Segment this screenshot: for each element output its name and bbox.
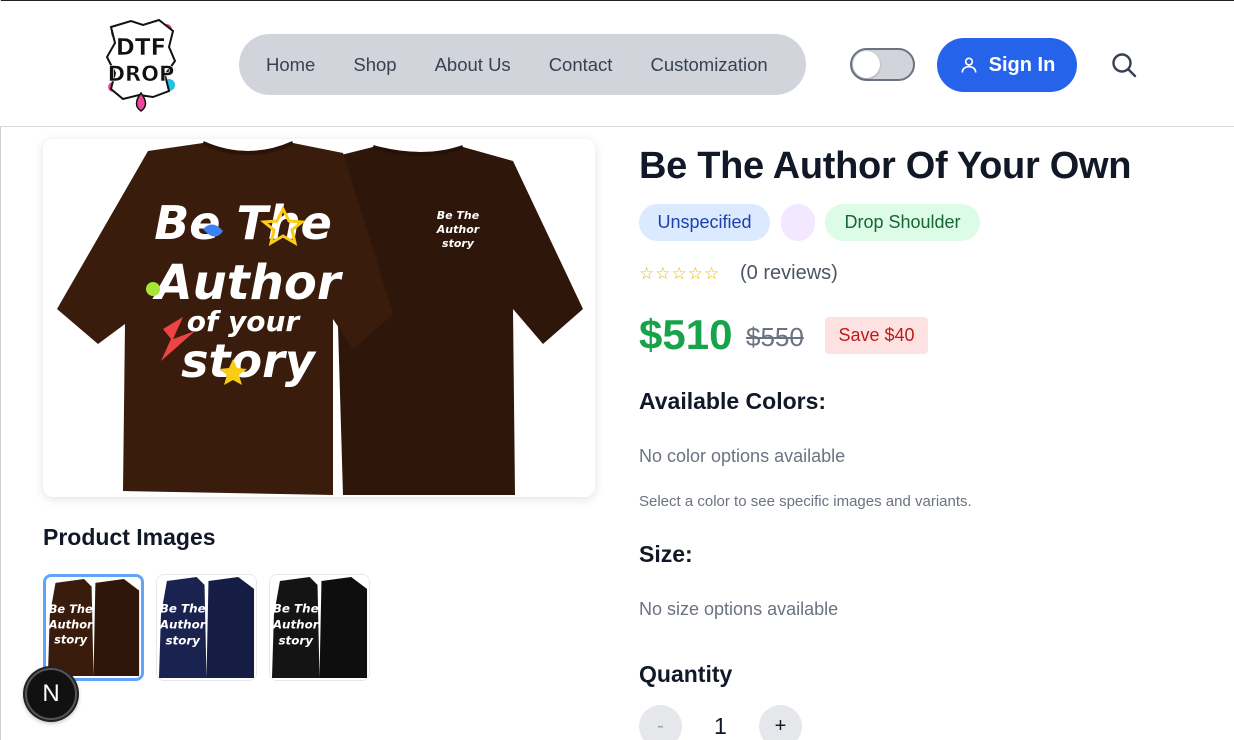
theme-toggle[interactable] [850, 48, 915, 81]
print-text-line-1: Be The [154, 196, 332, 250]
size-heading: Size: [639, 541, 693, 567]
fit-style-badge: Drop Shoulder [825, 204, 980, 241]
nav-home[interactable]: Home [266, 54, 315, 76]
colors-heading: Available Colors: [639, 388, 827, 414]
back-print-line-2: Author [436, 223, 480, 236]
thumbnail-image-black: Be The Author story [270, 575, 369, 680]
thumbnail-2[interactable]: Be The Author story [156, 574, 257, 681]
main-product-image[interactable]: Be The Author of your story Be The Autho… [43, 139, 595, 497]
thumb3-print-2: Author [272, 617, 320, 631]
thumb1-print-1: Be The [49, 602, 93, 616]
rating-stars: ☆☆☆☆☆ [639, 264, 721, 283]
size-empty-message: No size options available [639, 599, 839, 619]
quantity-decrease-button[interactable]: - [639, 705, 682, 740]
back-print-line-3: story [442, 237, 475, 250]
savings-badge: Save $40 [825, 317, 928, 354]
print-text-line-4: story [181, 334, 317, 388]
thumbnail-image-navy: Be The Author story [157, 575, 256, 680]
back-print-line-1: Be The [437, 209, 480, 222]
logo-text-bottom: DROP [108, 62, 175, 86]
logo-graphic: DTF DROP [105, 18, 177, 112]
thumbnail-image-brown: Be The Author story [46, 577, 141, 678]
thumb1-print-3: story [54, 633, 88, 647]
main-nav: Home Shop About Us Contact Customization [239, 34, 806, 95]
current-price: $510 [639, 311, 733, 358]
product-images-heading: Product Images [43, 524, 216, 550]
colors-empty-message: No color options available [639, 446, 846, 466]
original-price: $550 [746, 322, 804, 352]
product-type-badge: Unspecified [639, 204, 770, 241]
print-text-line-2: Author [151, 255, 343, 311]
user-icon [961, 57, 977, 73]
nav-shop[interactable]: Shop [353, 54, 396, 76]
sign-in-label: Sign In [988, 53, 1056, 76]
thumb3-print-1: Be The [273, 602, 319, 616]
colors-hint: Select a color to see specific images an… [639, 493, 972, 510]
dev-tools-badge[interactable]: N [25, 668, 77, 720]
review-count[interactable]: (0 reviews) [740, 262, 838, 285]
quantity-value[interactable]: 1 [714, 713, 727, 740]
thumbnail-3[interactable]: Be The Author story [269, 574, 370, 681]
sign-in-button[interactable]: Sign In [937, 38, 1077, 92]
logo-text-top: DTF [116, 35, 167, 61]
thumb2-print-1: Be The [160, 602, 206, 616]
thumb2-print-2: Author [159, 617, 207, 631]
site-logo[interactable]: DTF DROP [103, 15, 179, 115]
nav-customization[interactable]: Customization [650, 54, 767, 76]
quantity-heading: Quantity [639, 661, 733, 687]
search-icon[interactable] [1110, 51, 1138, 79]
thumbnail-1[interactable]: Be The Author story [43, 574, 144, 681]
thumb3-print-3: story [278, 633, 314, 647]
thumb1-print-2: Author [48, 617, 94, 631]
empty-badge [781, 204, 815, 241]
thumb2-print-3: story [165, 633, 201, 647]
nav-contact[interactable]: Contact [549, 54, 613, 76]
site-header: DTF DROP Home Shop About Us Contact Cust… [0, 1, 1234, 127]
quantity-increase-button[interactable]: + [759, 705, 802, 740]
product-title: Be The Author Of Your Own [639, 145, 1132, 187]
tshirt-image: Be The Author of your story Be The Autho… [57, 141, 583, 495]
toggle-knob [853, 51, 880, 78]
nav-about-us[interactable]: About Us [435, 54, 511, 76]
